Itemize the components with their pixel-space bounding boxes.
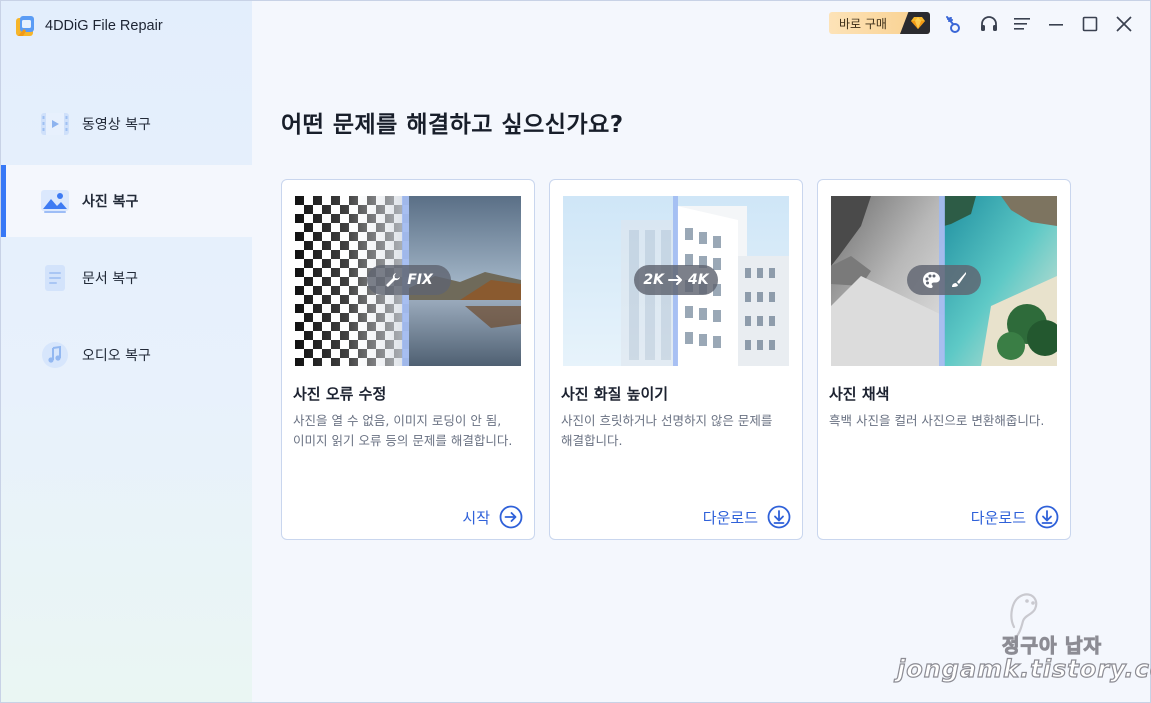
card-photo-enhance[interactable]: 2K 4K 사진 화질 높이기 사진이 흐릿하거나 선명하지 않은 문제를 해결…	[549, 179, 803, 540]
watermark: 정구아 납자 jongamk.tistory.com	[894, 587, 1151, 687]
card-photo-colorize[interactable]: 사진 채색 흑백 사진을 컬러 사진으로 변환해줍니다. 다운로드	[817, 179, 1071, 540]
download-button[interactable]: 다운로드	[971, 505, 1059, 529]
title-bar: 바로 구매	[820, 1, 1150, 47]
download-button-label: 다운로드	[702, 508, 758, 527]
diamond-icon	[900, 12, 930, 34]
card-description: 흑백 사진을 컬러 사진으로 변환해줍니다.	[829, 413, 1045, 428]
key-icon[interactable]	[942, 13, 964, 35]
sidebar-item-document[interactable]: 문서 복구	[1, 242, 252, 314]
sidebar-item-label: 동영상 복구	[82, 117, 151, 133]
document-icon	[40, 263, 70, 293]
card-title: 사진 채색	[829, 385, 890, 403]
sidebar-item-label: 문서 복구	[82, 271, 138, 287]
maximize-icon[interactable]	[1079, 13, 1101, 35]
buy-now-button[interactable]: 바로 구매	[829, 12, 930, 34]
card-title: 사진 화질 높이기	[561, 385, 669, 403]
brush-icon	[952, 272, 966, 287]
arrow-right-icon	[668, 275, 682, 285]
sidebar-item-audio[interactable]: 오디오 복구	[1, 319, 252, 391]
watermark-url: jongamk.tistory.com	[896, 654, 1151, 683]
colorize-badge	[907, 265, 981, 295]
app-brand: 4DDiG File Repair	[14, 13, 163, 39]
palette-icon	[923, 271, 941, 288]
start-button[interactable]: 시작	[462, 505, 523, 529]
card-photo-colorize-image	[831, 196, 1057, 366]
menu-icon[interactable]	[1011, 13, 1033, 35]
app-title: 4DDiG File Repair	[45, 18, 163, 34]
wrench-icon	[386, 273, 401, 287]
card-description: 사진이 흐릿하거나 선명하지 않은 문제를 해결합니다.	[561, 413, 773, 448]
sidebar: 4DDiG File Repair 동영상 복구 사진 복구 문서 복구 오디오…	[1, 1, 252, 702]
fix-badge: FIX	[367, 265, 451, 295]
download-circle-icon	[767, 505, 791, 529]
download-circle-icon	[1035, 505, 1059, 529]
arrow-right-circle-icon	[499, 505, 523, 529]
resolution-badge: 2K 4K	[634, 265, 718, 295]
music-note-icon	[40, 340, 70, 370]
sidebar-item-label: 사진 복구	[82, 194, 139, 210]
card-photo-enhance-image: 2K 4K	[563, 196, 789, 366]
buy-now-label: 바로 구매	[839, 16, 887, 31]
sidebar-item-label: 오디오 복구	[82, 348, 151, 364]
fix-badge-label: FIX	[407, 272, 433, 288]
resolution-to-label: 4K	[688, 272, 709, 288]
download-button[interactable]: 다운로드	[703, 505, 791, 529]
card-description: 사진을 열 수 없음, 이미지 로딩이 안 됨, 이미지 읽기 오류 등의 문제…	[293, 413, 513, 448]
page-title: 어떤 문제를 해결하고 싶으신가요?	[281, 112, 624, 138]
sidebar-item-video[interactable]: 동영상 복구	[1, 88, 252, 160]
minimize-icon[interactable]	[1045, 13, 1067, 35]
card-title: 사진 오류 수정	[293, 385, 387, 403]
video-film-icon	[40, 109, 70, 139]
watermark-text: 정구아 납자	[1001, 635, 1103, 658]
headset-icon[interactable]	[978, 13, 1000, 35]
photo-image-icon	[40, 186, 70, 216]
card-photo-repair[interactable]: FIX 사진 오류 수정 사진을 열 수 없음, 이미지 로딩이 안 됨, 이미…	[281, 179, 535, 540]
card-photo-repair-image: FIX	[295, 196, 521, 366]
download-button-label: 다운로드	[970, 508, 1026, 527]
sidebar-item-photo[interactable]: 사진 복구	[1, 165, 252, 237]
close-icon[interactable]	[1113, 13, 1135, 35]
app-window: 4DDiG File Repair 동영상 복구 사진 복구 문서 복구 오디오…	[0, 0, 1151, 703]
start-button-label: 시작	[462, 508, 490, 527]
resolution-from-label: 2K	[643, 272, 664, 288]
app-logo-icon	[14, 15, 36, 37]
